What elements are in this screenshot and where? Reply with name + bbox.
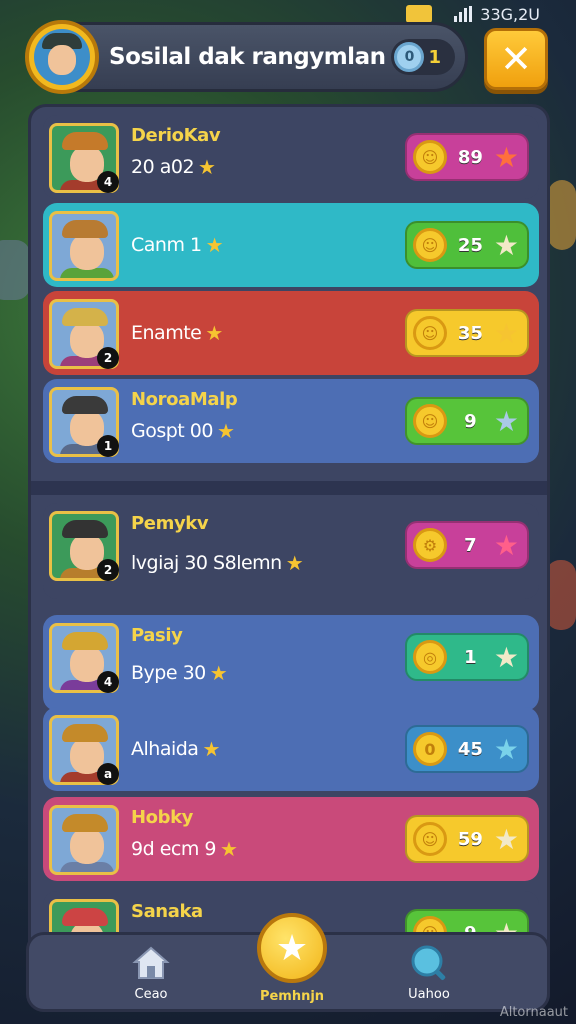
leaderboard-row[interactable]: 4 DerioKav 20 a02 ★ ☺ 89 ★ [43, 115, 539, 199]
star-icon: ★ [198, 155, 216, 179]
coin-icon: 0 [394, 42, 425, 72]
signal-icon [454, 6, 473, 22]
star-icon: ★ [216, 419, 235, 443]
status-time: 33G,2U [480, 4, 540, 24]
leaderboard-row[interactable]: 1 NoroaMalp Gospt 00 ★ ☺ 9 ★ [43, 379, 539, 463]
star-icon: ★ [209, 661, 228, 685]
background-decoration [546, 560, 576, 630]
player-subtitle: Gospt 00 ★ [131, 419, 235, 443]
star-icon: ★ [493, 732, 519, 766]
leaderboard-row[interactable]: 2 Pemykv lvgiaj 30 S8lemn ★ ⚙ 7 ★ [43, 503, 539, 599]
score-value: 59 [457, 828, 483, 850]
leaderboard-row[interactable]: a Alhaida ★ 0 45 ★ [43, 707, 539, 791]
player-avatar [49, 211, 119, 281]
player-name: Hobky [131, 807, 194, 828]
score-pill[interactable]: ⚙ 7 ★ [405, 521, 529, 569]
score-value: 35 [457, 322, 483, 344]
currency-count: 1 [428, 46, 441, 68]
player-subtitle: Alhaida ★ [131, 737, 220, 761]
search-icon [408, 943, 450, 983]
score-value: 9 [464, 410, 477, 432]
rank-badge: 4 [97, 171, 119, 193]
star-icon: ★ [205, 321, 223, 345]
player-subtitle: 9d ecm 9 ★ [131, 837, 238, 861]
player-name: Pasiy [131, 625, 183, 646]
leaderboard-panel: 4 DerioKav 20 a02 ★ ☺ 89 ★ Canm 1 ★ ☺ 25 ★… [28, 104, 550, 1012]
star-icon: ★ [493, 528, 519, 562]
score-value: 1 [464, 646, 477, 668]
nav-home-label: Ceao [134, 987, 168, 1002]
score-pill[interactable]: ☺ 35 ★ [405, 309, 529, 357]
coin-icon: ☺ [413, 316, 447, 350]
score-value: 25 [457, 234, 483, 256]
score-pill[interactable]: ☺ 89 ★ [405, 133, 529, 181]
leaderboard-row[interactable]: 2 Enamte ★ ☺ 35 ★ [43, 291, 539, 375]
star-icon: ★ [493, 228, 519, 262]
nav-right-label: Uahoo [408, 987, 450, 1002]
score-value: 45 [457, 738, 483, 760]
header-bar: Sosilal dak rangymlan 0 1 [25, 20, 468, 94]
player-subtitle: 20 a02 ★ [131, 155, 216, 179]
profile-avatar[interactable] [25, 20, 99, 94]
player-subtitle: Enamte ★ [131, 321, 223, 345]
score-pill[interactable]: 0 45 ★ [405, 725, 529, 773]
rank-badge: 2 [97, 347, 119, 369]
coin-icon: ☺ [413, 404, 447, 438]
player-subtitle: Bype 30 ★ [131, 661, 228, 685]
nav-center-star-button[interactable]: ★ [257, 913, 327, 983]
coin-icon: 0 [413, 732, 447, 766]
nav-home[interactable]: Ceao [101, 943, 201, 1002]
coin-icon: ☺ [413, 140, 447, 174]
coin-icon: ☺ [413, 822, 447, 856]
star-icon: ★ [275, 927, 309, 969]
player-name: Pemykv [131, 513, 209, 534]
coin-icon: ◎ [413, 640, 447, 674]
leaderboard-row[interactable]: Canm 1 ★ ☺ 25 ★ [43, 203, 539, 287]
currency-counter[interactable]: 0 1 [391, 39, 455, 75]
score-pill[interactable]: ◎ 1 ★ [405, 633, 529, 681]
player-name: NoroaMalp [131, 389, 238, 410]
rank-badge: 2 [97, 559, 119, 581]
background-decoration [548, 180, 576, 250]
star-icon: ★ [219, 837, 238, 861]
leaderboard-row[interactable]: Hobky 9d ecm 9 ★ ☺ 59 ★ [43, 797, 539, 881]
player-name: DerioKav [131, 125, 221, 146]
notification-icon [406, 5, 433, 23]
bottom-navigation: Ceao ★ Pemhnjn Uahoo [26, 913, 550, 1012]
rank-badge: 4 [97, 671, 119, 693]
star-icon: ★ [493, 822, 519, 856]
star-icon: ★ [493, 140, 519, 174]
rank-badge: 1 [97, 435, 119, 457]
score-pill[interactable]: ☺ 59 ★ [405, 815, 529, 863]
close-button[interactable]: ✕ [484, 28, 548, 90]
star-icon: ★ [493, 404, 519, 438]
player-subtitle: lvgiaj 30 S8lemn ★ [131, 551, 304, 575]
avatar-face-icon [34, 29, 90, 85]
star-icon: ★ [493, 316, 519, 350]
score-value: 7 [464, 534, 477, 556]
coin-icon: ☺ [413, 228, 447, 262]
page-title: Sosilal dak rangymlan [109, 44, 386, 70]
score-pill[interactable]: ☺ 9 ★ [405, 397, 529, 445]
nav-center-label: Pemhnjn [259, 989, 325, 1004]
star-icon: ★ [493, 640, 519, 674]
home-icon [130, 943, 172, 983]
player-name: Sanaka [131, 901, 203, 922]
star-icon: ★ [205, 233, 224, 257]
score-pill[interactable]: ☺ 25 ★ [405, 221, 529, 269]
coin-icon: ⚙ [413, 528, 447, 562]
rank-badge: a [97, 763, 119, 785]
nav-right[interactable]: Uahoo [379, 943, 479, 1002]
score-value: 89 [457, 146, 483, 168]
leaderboard-row[interactable]: 4 Pasiy Bype 30 ★ ◎ 1 ★ [43, 615, 539, 711]
watermark: Altornaaut [499, 1005, 568, 1020]
section-divider [31, 481, 547, 495]
player-avatar [49, 805, 119, 875]
star-icon: ★ [285, 551, 304, 575]
star-icon: ★ [202, 737, 220, 761]
player-subtitle: Canm 1 ★ [131, 233, 224, 257]
background-decoration [0, 240, 30, 300]
